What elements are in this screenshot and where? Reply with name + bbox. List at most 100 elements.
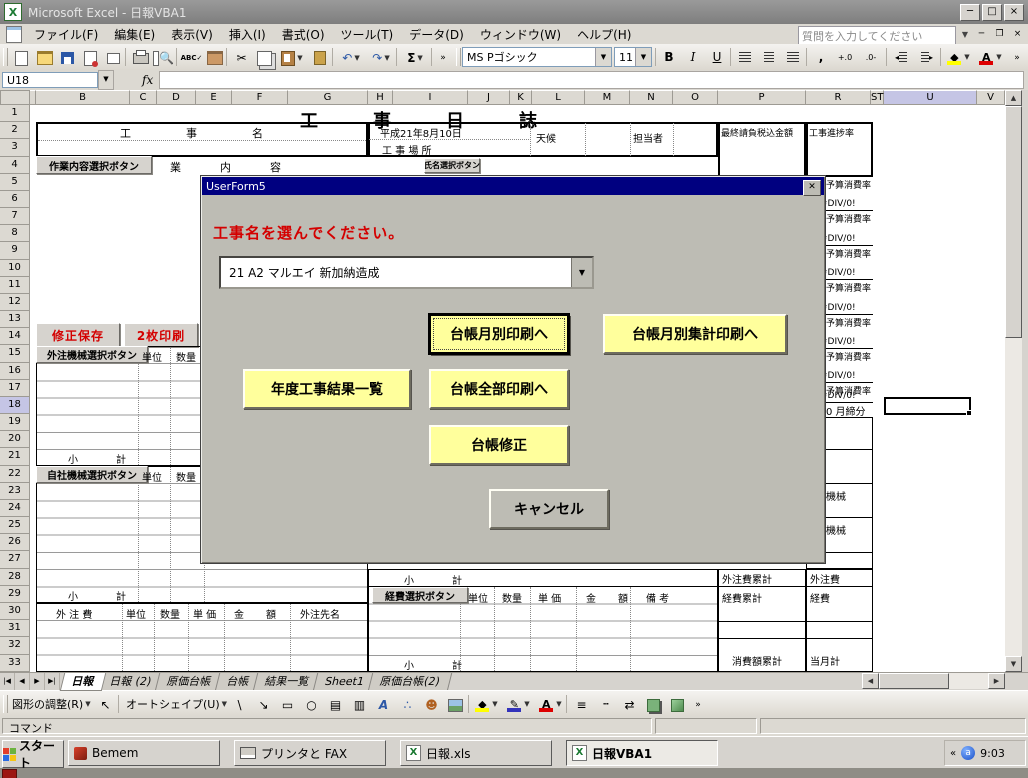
- ledger-edit-button[interactable]: 台帳修正: [429, 425, 569, 465]
- underline-icon[interactable]: U: [706, 47, 728, 67]
- row-header[interactable]: 12: [0, 294, 30, 311]
- menu-item[interactable]: ウィンドウ(W): [472, 24, 569, 45]
- insert-function-icon[interactable]: fx: [142, 73, 153, 87]
- column-header[interactable]: V: [977, 90, 1005, 105]
- column-header[interactable]: R: [806, 90, 871, 105]
- format-painter-icon[interactable]: [308, 47, 331, 69]
- name-box[interactable]: U18: [2, 72, 98, 88]
- formula-input[interactable]: [159, 71, 1024, 89]
- menu-item[interactable]: 表示(V): [163, 24, 221, 45]
- scroll-up-icon[interactable]: ▲: [1005, 90, 1022, 106]
- column-header[interactable]: U: [884, 90, 977, 105]
- row-header[interactable]: 24: [0, 500, 30, 517]
- column-header[interactable]: E: [196, 90, 232, 105]
- font-name-combo[interactable]: MS Pゴシック▼: [462, 47, 612, 67]
- menu-item[interactable]: 編集(E): [106, 24, 163, 45]
- font-size-combo[interactable]: 11▼: [614, 47, 652, 67]
- formatting-toolbar-grip[interactable]: [456, 48, 461, 66]
- wordart-icon[interactable]: A: [372, 694, 395, 716]
- column-header[interactable]: D: [157, 90, 196, 105]
- taskbar-task-nippo-xls[interactable]: X 日報.xls: [400, 740, 552, 766]
- bold-icon[interactable]: B: [658, 47, 680, 67]
- close-button[interactable]: ×: [1004, 4, 1024, 21]
- sheet-tab[interactable]: 原価台帳: [155, 673, 223, 691]
- minimize-button[interactable]: ─: [960, 4, 980, 21]
- new-icon[interactable]: [10, 47, 33, 69]
- clipart-icon[interactable]: ☻: [420, 694, 443, 716]
- column-header[interactable]: M: [585, 90, 630, 105]
- row-header[interactable]: 25: [0, 517, 30, 534]
- autosum-icon[interactable]: Σ▼: [400, 47, 430, 69]
- project-combo[interactable]: 21 A2 マルエイ 新加納造成 ▼: [219, 256, 594, 289]
- tray-chevron-icon[interactable]: «: [950, 748, 956, 759]
- arrow-style-icon[interactable]: ⇄: [618, 694, 641, 716]
- column-header[interactable]: O: [673, 90, 718, 105]
- tab-next-icon[interactable]: ▶: [30, 673, 45, 691]
- align-left-icon[interactable]: [734, 47, 756, 67]
- vertical-scrollbar[interactable]: ▲ ▼: [1005, 90, 1022, 672]
- row-header[interactable]: 19: [0, 414, 30, 431]
- redo-icon[interactable]: ↷▼: [366, 47, 396, 69]
- sheet-tab[interactable]: 結果一覧: [253, 673, 321, 691]
- threed-style-icon[interactable]: [666, 694, 689, 716]
- vertical-scroll-thumb[interactable]: [1005, 106, 1022, 338]
- taskbar-task-bemem[interactable]: Bemem: [68, 740, 220, 766]
- open-icon[interactable]: [33, 47, 56, 69]
- select-all-corner[interactable]: [0, 90, 30, 105]
- taskbar-task-printers[interactable]: プリンタと FAX: [234, 740, 386, 766]
- workbook-minimize-button[interactable]: ─: [973, 27, 990, 42]
- select-objects-icon[interactable]: ↖: [94, 694, 117, 716]
- row-header[interactable]: 13: [0, 311, 30, 328]
- dash-style-icon[interactable]: ┅: [594, 694, 617, 716]
- work-select-button[interactable]: 作業内容選択ボタン: [36, 156, 152, 174]
- row-header[interactable]: 22: [0, 466, 30, 483]
- menu-item[interactable]: ファイル(F): [26, 24, 106, 45]
- arrow-icon[interactable]: ↘: [252, 694, 275, 716]
- column-header[interactable]: G: [288, 90, 368, 105]
- toolbar-options-icon[interactable]: »: [434, 47, 452, 69]
- question-input[interactable]: 質問を入力してください: [798, 26, 956, 46]
- row-header[interactable]: 30: [0, 603, 30, 620]
- tab-last-icon[interactable]: ▶|: [45, 673, 60, 691]
- jisha-kikai-select-button[interactable]: 自社機械選択ボタン: [36, 466, 148, 483]
- row-header[interactable]: 32: [0, 637, 30, 654]
- column-header[interactable]: I: [393, 90, 468, 105]
- horizontal-scrollbar[interactable]: ◀ ▶: [862, 673, 1005, 689]
- row-header[interactable]: 26: [0, 534, 30, 551]
- picture-icon[interactable]: [444, 694, 467, 716]
- monthly-print-button[interactable]: 台帳月別印刷へ: [429, 314, 569, 354]
- dialog-title-bar[interactable]: UserForm5 ✕: [202, 177, 824, 195]
- increase-indent-icon[interactable]: ▸: [916, 47, 938, 67]
- row-header[interactable]: 27: [0, 551, 30, 568]
- font-color-icon[interactable]: A▼: [976, 47, 1004, 67]
- monthly-sum-print-button[interactable]: 台帳月別集計印刷へ: [603, 314, 787, 354]
- comma-style-icon[interactable]: ,: [810, 47, 832, 67]
- row-header[interactable]: 6: [0, 191, 30, 208]
- column-header[interactable]: B: [36, 90, 130, 105]
- decrease-indent-icon[interactable]: ◂: [890, 47, 912, 67]
- undo-icon[interactable]: ↶▼: [336, 47, 366, 69]
- line-icon[interactable]: \: [228, 694, 251, 716]
- copy-icon[interactable]: [253, 47, 276, 69]
- print-all-button[interactable]: 台帳全部印刷へ: [429, 369, 569, 409]
- tab-prev-icon[interactable]: ◀: [15, 673, 30, 691]
- workbook-close-button[interactable]: ×: [1009, 27, 1026, 42]
- draw-font-color-icon[interactable]: A▼: [536, 694, 564, 714]
- shadow-style-icon[interactable]: [642, 694, 665, 716]
- row-header[interactable]: 5: [0, 174, 30, 191]
- yearly-results-button[interactable]: 年度工事結果一覧: [243, 369, 411, 409]
- workbook-restore-button[interactable]: ❐: [991, 27, 1008, 42]
- cancel-button[interactable]: キャンセル: [489, 489, 609, 529]
- oval-icon[interactable]: ○: [300, 694, 323, 716]
- menu-item[interactable]: ヘルプ(H): [569, 24, 639, 45]
- diagram-icon[interactable]: ∴: [396, 694, 419, 716]
- row-header[interactable]: 4: [0, 157, 30, 174]
- print-two-button[interactable]: 2枚印刷: [124, 323, 198, 347]
- draw-fill-color-icon[interactable]: ◆▼: [472, 694, 500, 714]
- row-header[interactable]: 17: [0, 380, 30, 397]
- gaichu-kikai-select-button[interactable]: 外注機械選択ボタン: [36, 346, 148, 363]
- tab-first-icon[interactable]: |◀: [0, 673, 15, 691]
- save-icon[interactable]: [56, 47, 79, 69]
- row-header[interactable]: 33: [0, 655, 30, 672]
- rectangle-icon[interactable]: ▭: [276, 694, 299, 716]
